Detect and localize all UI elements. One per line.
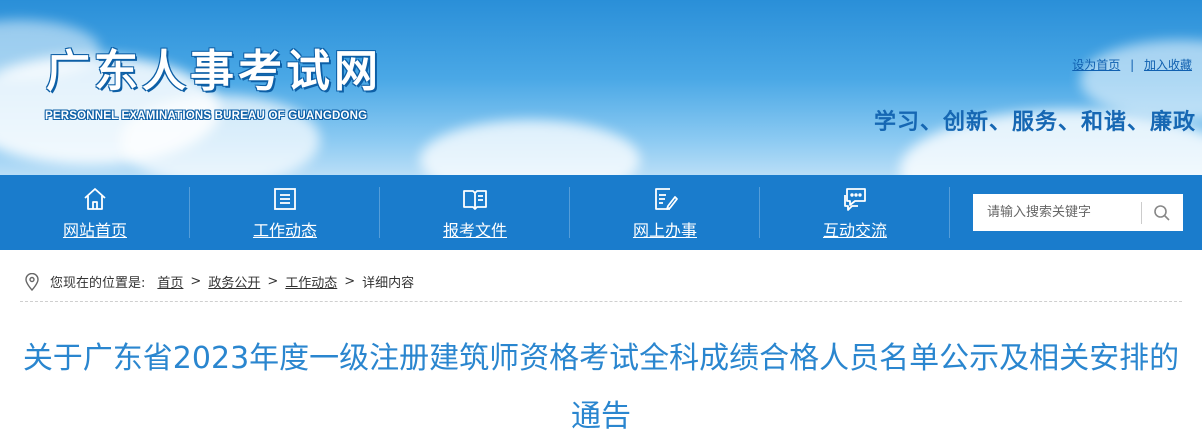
- site-logo-title[interactable]: 广东人事考试网: [46, 44, 382, 100]
- article-title: 关于广东省2023年度一级注册建筑师资格考试全科成绩合格人员名单公示及相关安排的…: [22, 341, 1180, 434]
- site-header: 广东人事考试网 PERSONNEL EXAMINATIONS BUREAU OF…: [0, 0, 1202, 175]
- breadcrumb: 您现在的位置是: 首页 > 政务公开 > 工作动态 > 详细内容: [20, 262, 1182, 302]
- edit-document-icon: [655, 187, 678, 210]
- breadcrumb-link-work-news[interactable]: 工作动态: [285, 272, 337, 291]
- search-icon: [1154, 204, 1170, 221]
- nav-item-online-services[interactable]: 网上办事: [570, 175, 760, 250]
- open-book-icon: [463, 189, 487, 210]
- nav-item-interaction[interactable]: 互动交流: [760, 175, 950, 250]
- nav-item-label: 网站首页: [62, 220, 127, 240]
- site-slogan: 学习、创新、服务、和谐、廉政: [873, 110, 1196, 135]
- nav-item-label: 工作动态: [252, 220, 317, 240]
- nav-item-exam-documents[interactable]: 报考文件: [380, 175, 570, 250]
- nav-item-work-news[interactable]: 工作动态: [190, 175, 380, 250]
- home-icon: [84, 187, 106, 210]
- breadcrumb-link-home[interactable]: 首页: [157, 272, 183, 291]
- breadcrumb-link-government-affairs[interactable]: 政务公开: [208, 272, 260, 291]
- search-button[interactable]: [1142, 194, 1182, 231]
- site-logo-subtitle: PERSONNEL EXAMINATIONS BUREAU OF GUANGDO…: [45, 110, 368, 122]
- cloud-decoration: [420, 120, 640, 175]
- nav-item-label: 报考文件: [442, 220, 507, 240]
- nav-item-label: 互动交流: [822, 220, 887, 240]
- nav-item-home[interactable]: 网站首页: [0, 175, 190, 250]
- main-nav: 网站首页 工作动态 报考文件 网上办事 互动交流 请输入搜索关键字: [0, 175, 1202, 250]
- add-favorite-link[interactable]: 加入收藏: [1144, 58, 1192, 72]
- cloud-decoration: [120, 95, 320, 175]
- set-home-link[interactable]: 设为首页: [1072, 58, 1120, 72]
- chat-bubbles-icon: [844, 187, 866, 211]
- top-links: 设为首页 | 加入收藏: [1072, 56, 1192, 73]
- location-pin-icon: [25, 272, 39, 291]
- breadcrumb-current: 详细内容: [362, 276, 415, 291]
- top-links-separator: |: [1130, 58, 1135, 72]
- search-box: [973, 194, 1183, 231]
- breadcrumb-separator: >: [267, 274, 279, 289]
- breadcrumb-separator: >: [344, 274, 356, 289]
- breadcrumb-prefix: 您现在的位置是:: [50, 276, 146, 291]
- search-input[interactable]: [973, 194, 1141, 231]
- nav-item-label: 网上办事: [632, 220, 697, 240]
- news-list-icon: [274, 187, 296, 210]
- breadcrumb-separator: >: [190, 274, 202, 289]
